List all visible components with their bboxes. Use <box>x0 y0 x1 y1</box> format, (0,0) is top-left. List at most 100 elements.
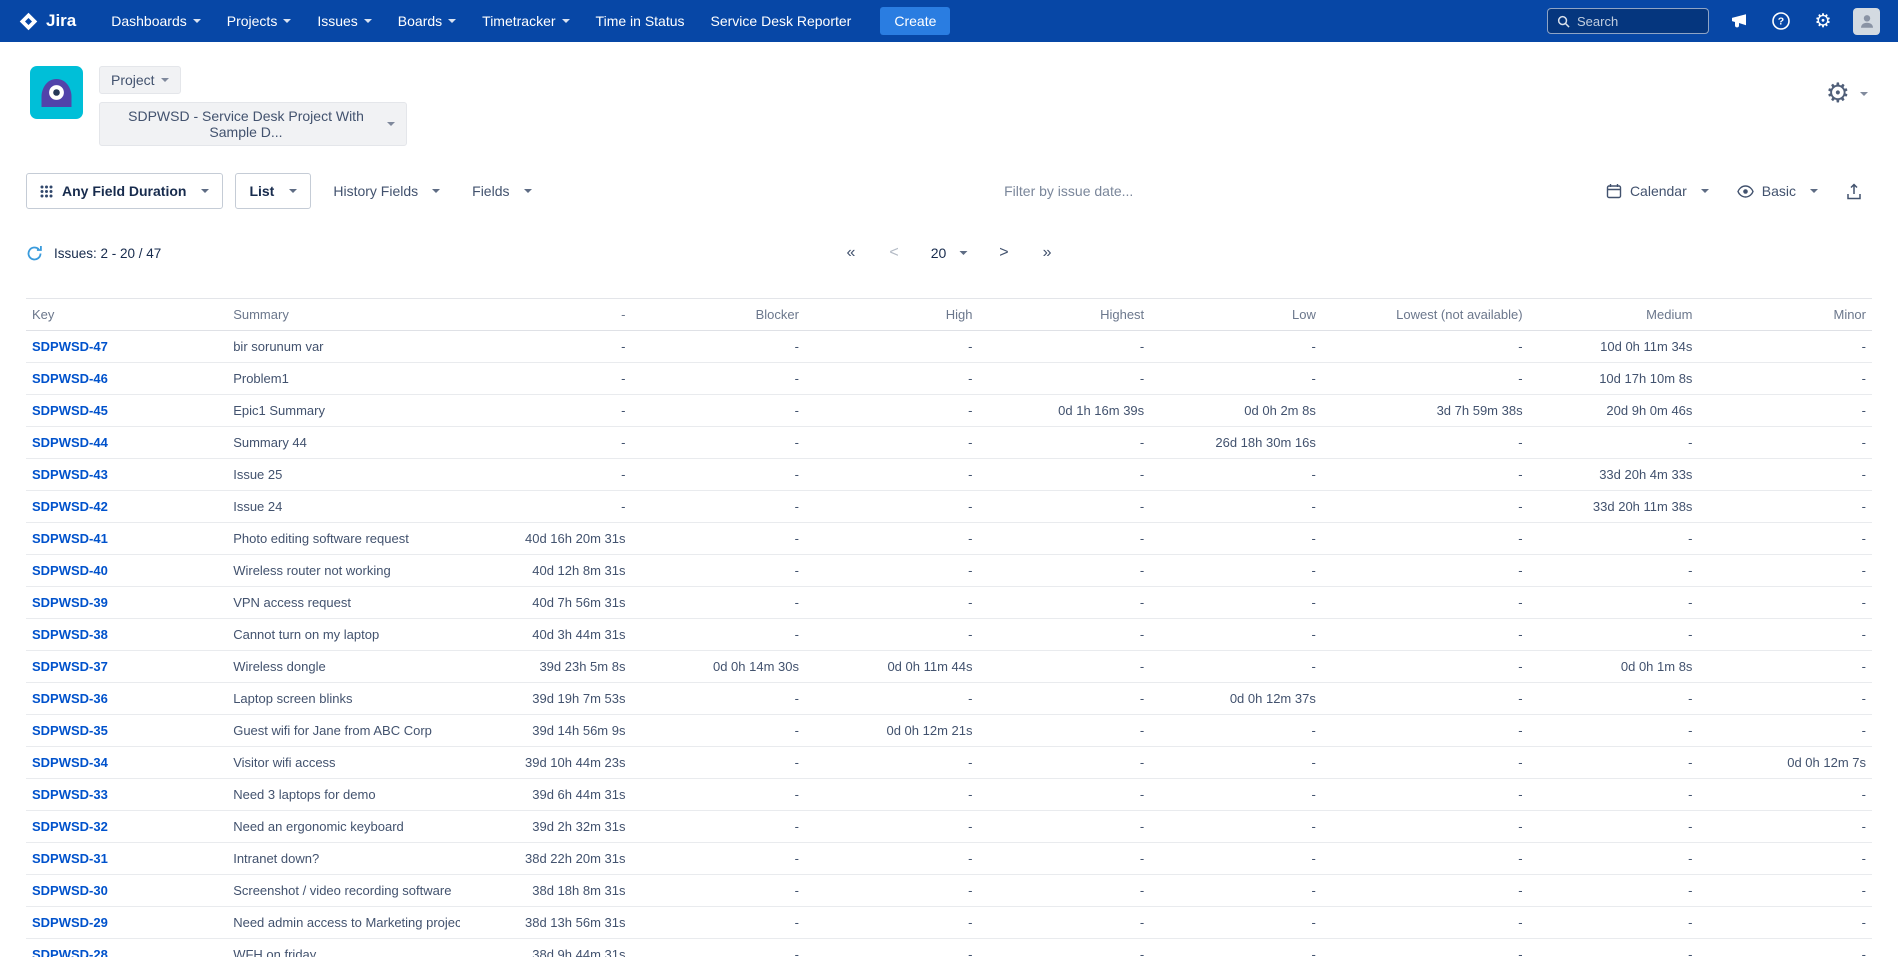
duration-cell: - <box>631 491 805 523</box>
issue-key-link[interactable]: SDPWSD-46 <box>32 371 108 386</box>
search-input[interactable] <box>1577 14 1699 29</box>
table-row: SDPWSD-35Guest wifi for Jane from ABC Co… <box>26 715 1872 747</box>
issue-key-link[interactable]: SDPWSD-31 <box>32 851 108 866</box>
duration-cell: - <box>1529 747 1699 779</box>
issue-key-link[interactable]: SDPWSD-36 <box>32 691 108 706</box>
issue-key-link[interactable]: SDPWSD-43 <box>32 467 108 482</box>
duration-cell: - <box>1322 331 1529 363</box>
duration-cell: - <box>1150 363 1322 395</box>
table-row: SDPWSD-37Wireless dongle39d 23h 5m 8s0d … <box>26 651 1872 683</box>
help-icon[interactable]: ? <box>1769 9 1793 33</box>
view-select[interactable]: List <box>235 173 311 209</box>
issue-key-link[interactable]: SDPWSD-30 <box>32 883 108 898</box>
page-size-value: 20 <box>931 245 947 261</box>
duration-cell: - <box>460 331 632 363</box>
duration-cell: 40d 12h 8m 31s <box>460 555 632 587</box>
nav-item-service-desk-reporter[interactable]: Service Desk Reporter <box>698 0 865 42</box>
nav-item-projects[interactable]: Projects <box>214 0 305 42</box>
issue-date-filter-input[interactable] <box>909 183 1229 199</box>
table-row: SDPWSD-46Problem1------10d 17h 10m 8s- <box>26 363 1872 395</box>
nav-item-time-in-status[interactable]: Time in Status <box>583 0 698 42</box>
duration-cell: - <box>1698 939 1872 957</box>
duration-cell: 40d 16h 20m 31s <box>460 523 632 555</box>
duration-cell: - <box>1698 331 1872 363</box>
scope-select[interactable]: Project <box>99 66 181 94</box>
duration-cell: 33d 20h 11m 38s <box>1529 491 1699 523</box>
calendar-label: Calendar <box>1630 183 1687 199</box>
jira-logo[interactable]: Jira <box>18 11 76 32</box>
duration-cell: - <box>1529 779 1699 811</box>
chevron-down-icon <box>161 78 169 82</box>
page-settings-button[interactable]: ⚙ <box>1826 80 1868 107</box>
next-page-button[interactable]: > <box>989 242 1018 264</box>
announcements-icon[interactable] <box>1727 9 1751 33</box>
duration-cell: 40d 7h 56m 31s <box>460 587 632 619</box>
duration-cell: - <box>979 651 1151 683</box>
duration-cell: - <box>1698 555 1872 587</box>
duration-cell: - <box>805 427 979 459</box>
chevron-down-icon <box>524 189 532 193</box>
issue-summary: WFH on friday <box>227 939 460 957</box>
nav-item-timetracker[interactable]: Timetracker <box>469 0 582 42</box>
user-avatar[interactable] <box>1853 8 1880 35</box>
duration-cell: - <box>979 907 1151 939</box>
page-size-select[interactable]: 20 <box>923 243 976 263</box>
issue-key-link[interactable]: SDPWSD-37 <box>32 659 108 674</box>
export-button[interactable] <box>1836 183 1872 200</box>
duration-cell: 39d 14h 56m 9s <box>460 715 632 747</box>
duration-cell: - <box>1529 875 1699 907</box>
field-duration-select[interactable]: Any Field Duration <box>26 173 223 209</box>
chevron-down-icon <box>448 19 456 23</box>
nav-item-dashboards[interactable]: Dashboards <box>98 0 214 42</box>
view-select-label: List <box>249 183 274 199</box>
project-select[interactable]: SDPWSD - Service Desk Project With Sampl… <box>99 102 407 146</box>
issue-key-link[interactable]: SDPWSD-45 <box>32 403 108 418</box>
table-row: SDPWSD-47bir sorunum var------10d 0h 11m… <box>26 331 1872 363</box>
calendar-select[interactable]: Calendar <box>1596 183 1719 199</box>
issue-key-link[interactable]: SDPWSD-42 <box>32 499 108 514</box>
nav-item-label: Boards <box>398 13 442 29</box>
create-button[interactable]: Create <box>880 7 950 35</box>
duration-cell: - <box>1698 427 1872 459</box>
view-mode-select[interactable]: Basic <box>1727 183 1828 199</box>
issue-key-link[interactable]: SDPWSD-38 <box>32 627 108 642</box>
nav-item-boards[interactable]: Boards <box>385 0 469 42</box>
duration-cell: - <box>805 587 979 619</box>
settings-gear-icon[interactable]: ⚙ <box>1811 9 1835 33</box>
issue-key-link[interactable]: SDPWSD-28 <box>32 947 108 957</box>
first-page-button[interactable]: « <box>836 242 865 264</box>
issues-bar: Issues: 2 - 20 / 47 « < 20 > » <box>0 240 1898 266</box>
issue-key-link[interactable]: SDPWSD-39 <box>32 595 108 610</box>
nav-item-issues[interactable]: Issues <box>304 0 384 42</box>
issue-key-link[interactable]: SDPWSD-32 <box>32 819 108 834</box>
duration-cell: - <box>631 363 805 395</box>
issue-key-link[interactable]: SDPWSD-40 <box>32 563 108 578</box>
pagination: « < 20 > » <box>836 242 1061 264</box>
history-fields-select[interactable]: History Fields <box>323 183 450 199</box>
issue-summary: bir sorunum var <box>227 331 460 363</box>
issue-key-link[interactable]: SDPWSD-41 <box>32 531 108 546</box>
duration-cell: - <box>1322 587 1529 619</box>
issue-key-link[interactable]: SDPWSD-33 <box>32 787 108 802</box>
duration-cell: - <box>979 811 1151 843</box>
duration-cell: - <box>1322 683 1529 715</box>
issue-key-link[interactable]: SDPWSD-47 <box>32 339 108 354</box>
duration-cell: - <box>631 811 805 843</box>
chevron-down-icon <box>1701 189 1709 193</box>
issue-key-link[interactable]: SDPWSD-29 <box>32 915 108 930</box>
last-page-button[interactable]: » <box>1033 242 1062 264</box>
nav-search[interactable] <box>1547 8 1709 34</box>
chevron-down-icon <box>283 19 291 23</box>
refresh-icon[interactable] <box>26 245 43 262</box>
issue-key-link[interactable]: SDPWSD-35 <box>32 723 108 738</box>
duration-cell: 39d 23h 5m 8s <box>460 651 632 683</box>
duration-cell: - <box>1150 875 1322 907</box>
fields-select[interactable]: Fields <box>462 183 541 199</box>
issue-key-link[interactable]: SDPWSD-34 <box>32 755 108 770</box>
prev-page-button[interactable]: < <box>879 242 908 264</box>
duration-cell: - <box>1698 395 1872 427</box>
duration-cell: 40d 3h 44m 31s <box>460 619 632 651</box>
project-avatar <box>30 66 83 119</box>
issue-key-link[interactable]: SDPWSD-44 <box>32 435 108 450</box>
table-row: SDPWSD-31Intranet down?38d 22h 20m 31s--… <box>26 843 1872 875</box>
